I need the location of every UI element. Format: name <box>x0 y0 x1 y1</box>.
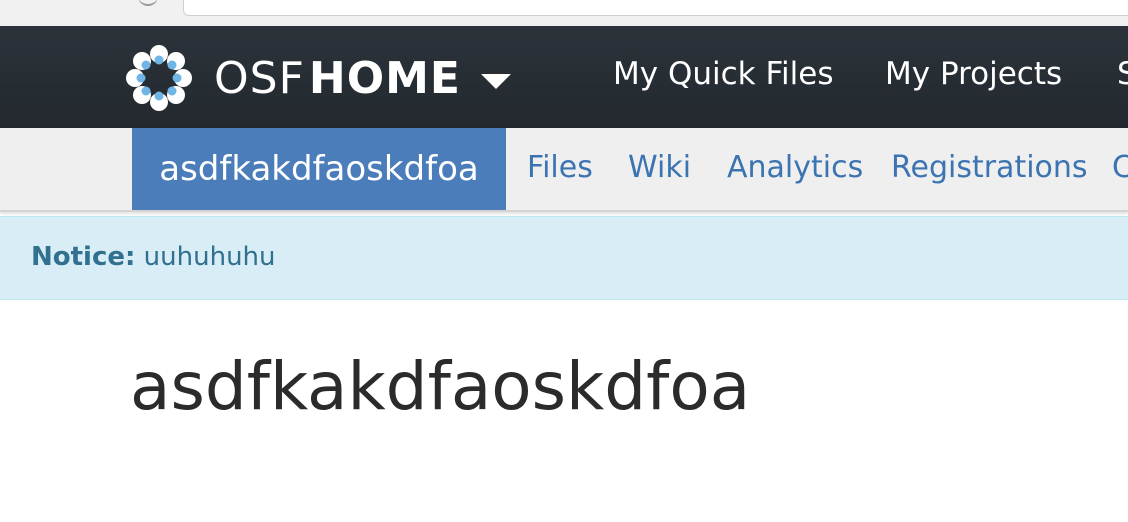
brand-osf: OSF <box>214 52 305 104</box>
tab-files[interactable]: Files <box>527 150 593 185</box>
project-title-tab[interactable]: asdfkakdfaoskdfoa <box>132 128 506 210</box>
caret-down-icon[interactable] <box>480 73 511 89</box>
nav-my-projects[interactable]: My Projects <box>885 56 1062 92</box>
osf-logo-icon <box>126 45 192 111</box>
osf-home-dropdown[interactable]: OSFHOME <box>124 44 511 112</box>
tab-analytics[interactable]: Analytics <box>727 150 863 185</box>
nav-my-quick-files[interactable]: My Quick Files <box>613 56 833 92</box>
brand-home: HOME <box>308 52 461 104</box>
brand-title: OSFHOME <box>214 53 461 104</box>
tab-registrations[interactable]: Registrations <box>891 150 1088 185</box>
notice-banner: Notice: uuhuhuhu <box>0 216 1128 300</box>
notice-content: Notice: uuhuhuhu <box>31 242 276 272</box>
page-title: asdfkakdfaoskdfoa <box>130 348 751 425</box>
project-navbar: asdfkakdfaoskdfoa Files Wiki Analytics R… <box>0 128 1128 212</box>
nav-search[interactable]: S <box>1117 56 1128 92</box>
osf-navbar: OSFHOME My Quick Files My Projects S <box>0 26 1128 128</box>
reload-icon[interactable] <box>138 0 158 6</box>
notice-label: Notice: <box>31 242 136 272</box>
browser-toolbar <box>0 0 1128 26</box>
address-bar[interactable] <box>183 0 1128 16</box>
tab-contributors[interactable]: C <box>1112 150 1128 185</box>
notice-message: uuhuhuhu <box>143 242 276 272</box>
tab-wiki[interactable]: Wiki <box>628 150 691 185</box>
